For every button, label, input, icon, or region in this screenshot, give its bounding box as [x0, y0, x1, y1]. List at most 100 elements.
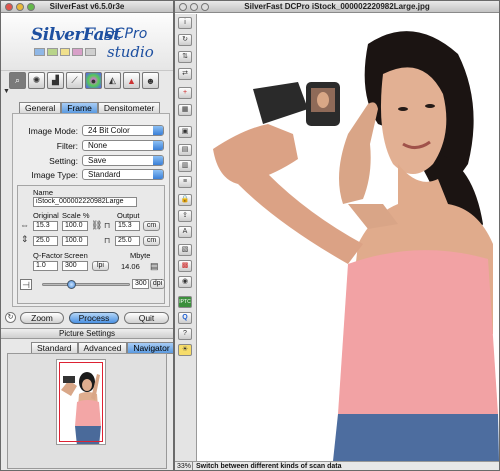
- scale-label: Scale %: [62, 211, 90, 220]
- minimize-icon[interactable]: [16, 3, 24, 11]
- document-icon[interactable]: ▤: [178, 144, 192, 156]
- close-icon[interactable]: [5, 3, 13, 11]
- width-arrows-icon: ⇔: [20, 220, 29, 230]
- resolution-slider-knob[interactable]: [67, 280, 76, 289]
- histogram-icon[interactable]: ▟: [47, 72, 64, 89]
- preview-minimize-icon[interactable]: [190, 3, 198, 11]
- quit-button[interactable]: Quit: [124, 312, 169, 324]
- height-scale-field[interactable]: 100.0: [62, 236, 88, 246]
- mbyte-label: Mbyte: [130, 251, 151, 260]
- image-mode-row: Image Mode: 24 Bit Color: [13, 125, 164, 136]
- right-title-bar[interactable]: SilverFast DCPro iStock_000002220982Larg…: [175, 1, 499, 13]
- width-output-field[interactable]: 15.3: [115, 221, 140, 231]
- navigator-panel: [7, 353, 167, 469]
- preview-image-canvas[interactable]: [198, 14, 499, 461]
- iptc-icon[interactable]: IPTC: [178, 296, 192, 308]
- frame-dimensions-box: Name iStock_000002220982Large Original S…: [17, 185, 165, 304]
- left-title-bar[interactable]: SilverFast v6.5.0r3e: [1, 1, 173, 13]
- layers-icon[interactable]: ▧: [178, 244, 192, 256]
- screen-label: Screen: [64, 251, 88, 260]
- width-unit-button[interactable]: cm: [143, 221, 160, 231]
- screen-field[interactable]: 300: [62, 261, 88, 271]
- logo-subtitle: studio: [107, 43, 154, 61]
- left-window-title: SilverFast v6.5.0r3e: [49, 2, 125, 11]
- resolution-slider[interactable]: [42, 280, 130, 289]
- window-controls: [5, 3, 35, 11]
- tool-icon-row: ⌕ ✺ ▟ ⟋ ● ◭ ▲ ☻: [9, 72, 159, 89]
- document-size-icon: ▤: [150, 261, 159, 271]
- lightbulb-icon[interactable]: ☀: [178, 344, 192, 356]
- chain-link-icon[interactable]: ⛓: [91, 220, 102, 230]
- rotate-icon[interactable]: ↻: [178, 34, 192, 46]
- expert-icon[interactable]: ☻: [142, 72, 159, 89]
- resolution-unit-button[interactable]: dpi: [150, 279, 165, 289]
- height-arrows-icon: ⇕: [21, 234, 29, 244]
- mirror-icon[interactable]: ⇄: [178, 68, 192, 80]
- zoom-level[interactable]: 33%: [175, 462, 193, 470]
- preview-photo: [198, 14, 499, 461]
- filter-label: Filter:: [56, 140, 78, 151]
- preview-zoom-icon[interactable]: [201, 3, 209, 11]
- height-original-field[interactable]: 25.0: [33, 236, 58, 246]
- zoom-button[interactable]: Zoom: [20, 312, 64, 324]
- text-size-icon[interactable]: A: [178, 226, 192, 238]
- magnifier-icon[interactable]: ⌕: [9, 72, 26, 89]
- height-output-field[interactable]: 25.0: [115, 236, 140, 246]
- image-mode-label: Image Mode:: [28, 125, 78, 136]
- upload-icon[interactable]: ⇪: [178, 210, 192, 222]
- width-original-field[interactable]: 15.3: [33, 221, 58, 231]
- zoom-icon[interactable]: Q: [178, 312, 192, 324]
- help-icon[interactable]: ?: [178, 328, 192, 340]
- setting-select[interactable]: Save: [82, 155, 164, 166]
- pages-icon[interactable]: ▥: [178, 160, 192, 172]
- picture-settings-header: Picture Settings: [1, 328, 173, 339]
- lock-proportion-icon[interactable]: ⊓: [104, 221, 110, 231]
- list-icon[interactable]: ≡: [178, 176, 192, 188]
- status-message: Switch between different kinds of scan d…: [196, 463, 342, 470]
- disclosure-triangle-icon[interactable]: ▼: [3, 87, 10, 97]
- prescan-icon[interactable]: ↻: [5, 312, 16, 323]
- width-scale-field[interactable]: 100.0: [62, 221, 88, 231]
- process-button[interactable]: Process: [69, 312, 119, 324]
- grid-icon[interactable]: ▦: [178, 104, 192, 116]
- frame-panel: Image Mode: 24 Bit Color Filter: None Se…: [12, 113, 170, 307]
- preview-window-controls: [179, 3, 209, 11]
- image-type-select[interactable]: Standard: [82, 169, 164, 180]
- filter-select[interactable]: None: [82, 140, 164, 151]
- preview-close-icon[interactable]: [179, 3, 187, 11]
- frame-icon[interactable]: ▣: [178, 126, 192, 138]
- color-wheel-icon[interactable]: ✺: [28, 72, 45, 89]
- preview-window: SilverFast DCPro iStock_000002220982Larg…: [174, 0, 500, 471]
- info-icon[interactable]: i: [178, 17, 192, 29]
- zoom-window-icon[interactable]: [27, 3, 35, 11]
- crosshair-icon[interactable]: +: [178, 87, 192, 99]
- filter-row: Filter: None: [13, 140, 164, 151]
- qfactor-label: Q-Factor: [33, 251, 63, 260]
- silverfast-logo: SilverFast DCPro studio: [1, 13, 173, 71]
- navigator-thumbnail[interactable]: [56, 359, 106, 445]
- color-correction-icon[interactable]: ●: [85, 72, 102, 89]
- silverfast-control-window: SilverFast v6.5.0r3e SilverFast DCPro st…: [0, 0, 174, 471]
- eye-icon[interactable]: ◉: [178, 276, 192, 288]
- image-type-label: Image Type:: [31, 169, 78, 180]
- image-type-row: Image Type: Standard: [13, 169, 164, 180]
- navigator-crop-frame[interactable]: [59, 362, 103, 442]
- screen-unit-button[interactable]: lpi: [92, 261, 109, 271]
- name-field[interactable]: iStock_000002220982Large: [33, 197, 137, 207]
- selective-color-icon[interactable]: ◭: [104, 72, 121, 89]
- negafix-icon[interactable]: ▲: [123, 72, 140, 89]
- original-label: Original: [33, 211, 59, 220]
- lock-height-icon[interactable]: ⊓: [104, 236, 110, 246]
- resolution-field[interactable]: 300: [132, 279, 149, 289]
- flip-icon[interactable]: ⇅: [178, 51, 192, 63]
- setting-row: Setting: Save: [13, 155, 164, 166]
- image-mode-select[interactable]: 24 Bit Color: [82, 125, 164, 136]
- lock-icon[interactable]: 🔒: [178, 194, 192, 206]
- gradation-curve-icon[interactable]: ⟋: [66, 72, 83, 89]
- preset-icon[interactable]: ⊣: [20, 279, 32, 290]
- height-unit-button[interactable]: cm: [143, 236, 160, 246]
- output-label: Output: [117, 211, 140, 220]
- qfactor-field[interactable]: 1.0: [33, 261, 58, 271]
- film-icon[interactable]: ▩: [178, 260, 192, 272]
- mbyte-value: 14.06: [121, 262, 140, 271]
